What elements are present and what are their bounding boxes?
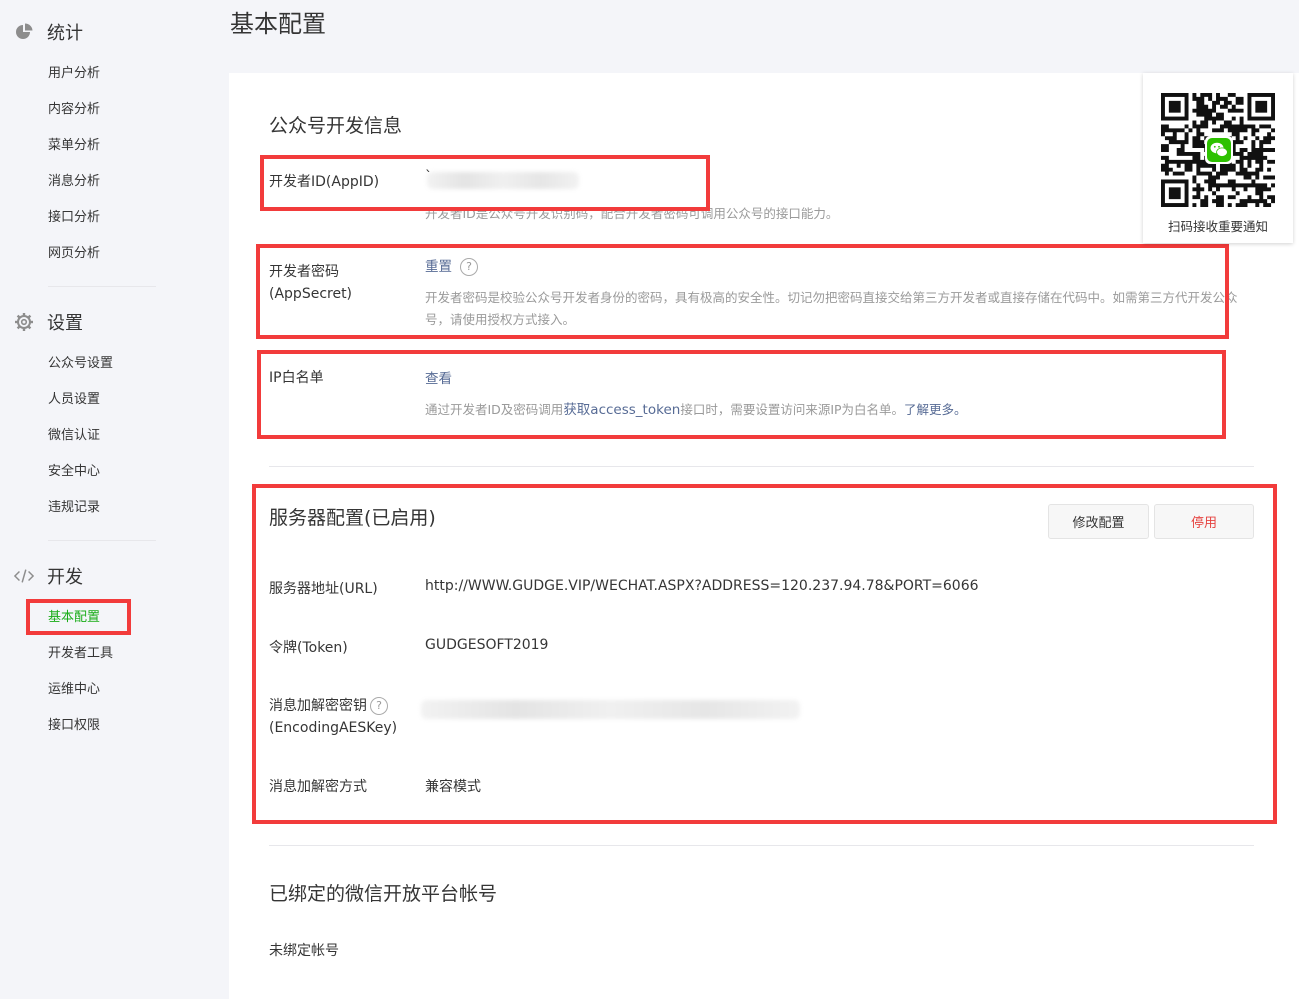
bound-platform-title: 已绑定的微信开放平台帐号	[269, 883, 498, 905]
sidebar: 统计 用户分析 内容分析 菜单分析 消息分析 接口分析 网页分析 设置 公众号设…	[0, 0, 200, 999]
sidebar-item-api-analysis[interactable]: 接口分析	[48, 209, 100, 227]
sidebar-item-ops-center[interactable]: 运维中心	[48, 681, 100, 699]
sidebar-item-account-settings[interactable]: 公众号设置	[48, 355, 113, 373]
sidebar-section-label: 统计	[47, 23, 83, 44]
sidebar-section-develop[interactable]: 开发	[14, 563, 83, 589]
gear-icon	[14, 312, 34, 332]
sidebar-item-dev-tools[interactable]: 开发者工具	[48, 645, 113, 663]
sidebar-divider	[48, 540, 156, 541]
annotation-highlight-box	[260, 155, 710, 211]
annotation-highlight-box	[256, 244, 1229, 339]
section-divider	[269, 845, 1254, 846]
sidebar-divider	[48, 286, 156, 287]
code-icon	[14, 566, 34, 586]
sidebar-item-basic-config[interactable]: 基本配置	[48, 609, 100, 627]
sidebar-section-stats[interactable]: 统计	[14, 19, 83, 45]
sidebar-item-message-analysis[interactable]: 消息分析	[48, 173, 100, 191]
sidebar-item-violation-records[interactable]: 违规记录	[48, 499, 100, 517]
sidebar-item-security-center[interactable]: 安全中心	[48, 463, 100, 481]
section-divider	[269, 466, 1254, 467]
annotation-highlight-box	[252, 484, 1277, 824]
sidebar-item-content-analysis[interactable]: 内容分析	[48, 101, 100, 119]
sidebar-item-user-analysis[interactable]: 用户分析	[48, 65, 100, 83]
sidebar-section-settings[interactable]: 设置	[14, 309, 83, 335]
pie-chart-icon	[14, 22, 34, 42]
page-title: 基本配置	[230, 10, 326, 38]
qr-notification-panel: 扫码接收重要通知	[1143, 73, 1293, 243]
sidebar-section-label: 开发	[47, 567, 83, 588]
sidebar-item-wechat-verify[interactable]: 微信认证	[48, 427, 100, 445]
sidebar-item-api-permissions[interactable]: 接口权限	[48, 717, 100, 735]
sidebar-item-menu-analysis[interactable]: 菜单分析	[48, 137, 100, 155]
wechat-icon	[1205, 136, 1233, 164]
dev-info-title: 公众号开发信息	[269, 115, 403, 137]
sidebar-item-member-settings[interactable]: 人员设置	[48, 391, 100, 409]
bound-platform-value: 未绑定帐号	[269, 943, 339, 959]
sidebar-section-label: 设置	[47, 313, 83, 334]
annotation-highlight-box	[257, 350, 1226, 439]
sidebar-item-web-analysis[interactable]: 网页分析	[48, 245, 100, 263]
qr-caption: 扫码接收重要通知	[1167, 219, 1268, 234]
